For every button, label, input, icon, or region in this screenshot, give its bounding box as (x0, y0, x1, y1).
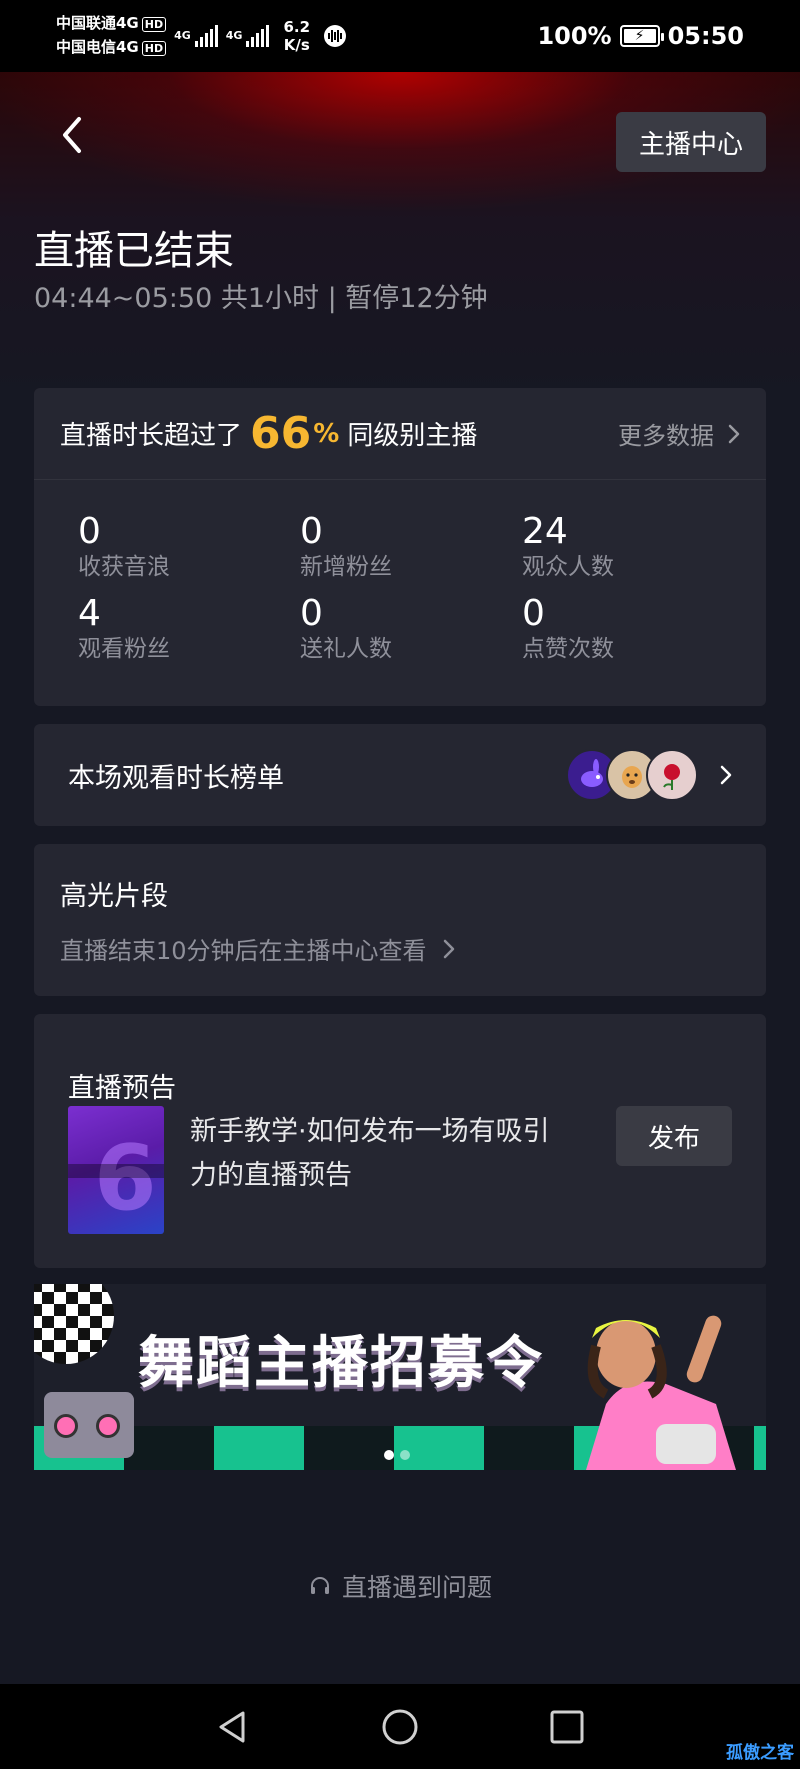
stat-label: 收获音浪 (78, 554, 170, 580)
ranking-avatars (566, 749, 698, 801)
stat-label: 点赞次数 (522, 636, 614, 662)
speed-value: 6.2 (283, 18, 311, 36)
carousel-indicator (384, 1450, 410, 1460)
carrier1-label: 中国联通4G (56, 14, 139, 32)
headset-icon (310, 1577, 329, 1594)
stat-value: 0 (300, 593, 323, 634)
stats-headline: 直播时长超过了 66 % 同级别主播 更多数据 (34, 388, 766, 480)
chevron-left-icon (63, 117, 81, 153)
ranking-title: 本场观看时长榜单 (68, 762, 284, 794)
carrier2-label: 中国电信4G (56, 38, 139, 56)
signal-strength-icon: 4G (226, 25, 270, 47)
publish-button[interactable]: 发布 (616, 1106, 732, 1166)
stat-item: 0 点赞次数 (522, 594, 738, 664)
more-data-label: 更多数据 (618, 422, 714, 450)
nav-home-icon[interactable] (380, 1707, 420, 1747)
stat-item: 0 收获音浪 (78, 512, 300, 582)
signal-strength-icon: 4G (174, 25, 218, 47)
highlight-description: 直播结束10分钟后在主播中心查看 (60, 937, 427, 965)
stat-item: 0 送礼人数 (300, 594, 522, 664)
stat-value: 24 (522, 511, 568, 552)
battery-charging-icon: ⚡ (619, 25, 664, 47)
stat-item: 0 新增粉丝 (300, 512, 522, 582)
watermark: 孤傲之客 (726, 1743, 794, 1763)
help-label: 直播遇到问题 (341, 1573, 492, 1602)
chevron-right-icon (443, 939, 454, 958)
net-type-label: 4G (174, 29, 191, 42)
page-title: 直播已结束 (34, 228, 234, 274)
headline-suffix: 同级别主播 (347, 421, 478, 451)
disco-ball-icon (34, 1284, 114, 1364)
hd-badge: HD (141, 41, 167, 56)
chevron-right-icon (728, 424, 740, 443)
headline-prefix: 直播时长超过了 (60, 421, 243, 451)
highlight-title: 高光片段 (60, 881, 168, 912)
status-bar: 中国联通4G HD 中国电信4G HD 4G 4G 6.2 K/s 100% ⚡ 0… (0, 0, 800, 72)
promo-banner[interactable]: 舞蹈主播招募令 (34, 1284, 766, 1470)
help-link[interactable]: 直播遇到问题 (0, 1568, 800, 1604)
nav-recents-icon[interactable] (547, 1707, 587, 1747)
network-speed: 6.2 K/s (283, 18, 310, 54)
carrier-info: 中国联通4G HD 中国电信4G HD (56, 12, 167, 60)
system-nav-bar (0, 1684, 800, 1769)
tutorial-thumbnail[interactable]: 6 (68, 1106, 164, 1234)
live-preview-card: 直播预告 6 新手教学·如何发布一场有吸引力的直播预告 发布 (34, 1014, 766, 1268)
stat-value: 0 (300, 511, 323, 552)
stat-item: 4 观看粉丝 (78, 594, 300, 664)
carousel-dot (400, 1450, 410, 1460)
chevron-right-icon (720, 765, 732, 785)
stat-label: 观看粉丝 (78, 636, 170, 662)
stat-value: 4 (78, 593, 101, 634)
headline-percent: 66 (250, 408, 312, 459)
battery-percent: 100% (537, 22, 612, 50)
stat-item: 24 观众人数 (522, 512, 738, 582)
carousel-dot (384, 1450, 394, 1460)
banner-headline: 舞蹈主播招募令 (138, 1331, 544, 1396)
net-type-label: 4G (225, 29, 243, 42)
stat-value: 0 (78, 511, 101, 552)
stat-value: 0 (522, 593, 545, 634)
back-button[interactable] (52, 110, 92, 160)
highlight-clips-card[interactable]: 高光片段 直播结束10分钟后在主播中心查看 (34, 844, 766, 996)
audio-recording-icon (324, 25, 347, 47)
stat-label: 新增粉丝 (300, 554, 392, 580)
boombox-icon (44, 1392, 134, 1458)
speed-unit: K/s (283, 36, 310, 54)
hd-badge: HD (141, 17, 167, 32)
clock: 05:50 (667, 22, 744, 50)
headline-percent-sign: % (313, 418, 340, 449)
anchor-center-button[interactable]: 主播中心 (616, 112, 766, 172)
dancer-illustration-icon (586, 1315, 736, 1470)
stat-label: 送礼人数 (300, 636, 392, 662)
nav-back-icon[interactable] (213, 1707, 253, 1747)
rose-avatar-icon (646, 749, 698, 801)
live-duration-summary: 04:44~05:50 共1小时 | 暂停12分钟 (34, 283, 488, 314)
tutorial-link[interactable]: 新手教学·如何发布一场有吸引力的直播预告 (190, 1110, 570, 1198)
stats-grid: 0 收获音浪 0 新增粉丝 24 观众人数 4 观看粉丝 0 送礼人数 0 点赞次数 (78, 512, 738, 664)
stats-card: 直播时长超过了 66 % 同级别主播 更多数据 0 收获音浪 0 新增粉丝 24 观众… (34, 388, 766, 706)
watch-time-ranking-row[interactable]: 本场观看时长榜单 (34, 724, 766, 826)
stat-label: 观众人数 (522, 554, 614, 580)
more-data-link[interactable]: 更多数据 (618, 416, 740, 451)
preview-title: 直播预告 (68, 1073, 176, 1104)
